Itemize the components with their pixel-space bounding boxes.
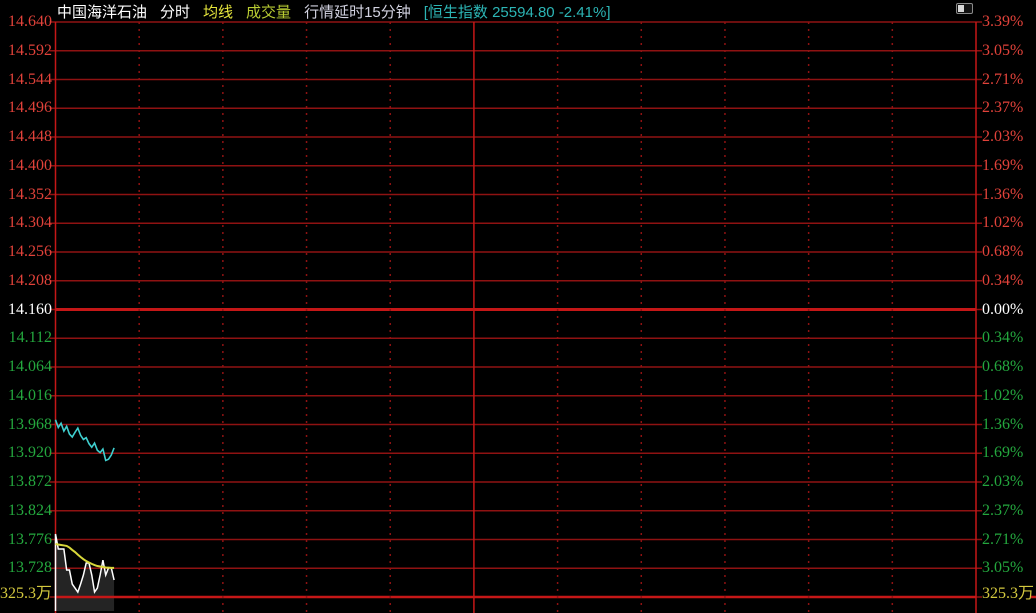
price-axis-label: 14.448 xyxy=(0,129,52,145)
percent-axis-label: 0.34% xyxy=(982,273,1023,289)
percent-axis-label: 1.36% xyxy=(982,187,1023,203)
percent-axis-label: 1.36% xyxy=(982,417,1023,433)
price-axis-label: 14.064 xyxy=(0,359,52,375)
percent-axis-label: 2.71% xyxy=(982,72,1023,88)
price-axis-label: 14.544 xyxy=(0,72,52,88)
percent-axis-label: 2.03% xyxy=(982,474,1023,490)
price-axis-label: 14.352 xyxy=(0,187,52,203)
percent-axis-label: 3.39% xyxy=(982,14,1023,30)
stock-intraday-chart-app: 中国海洋石油 分时 均线 成交量 行情延时15分钟 [恒生指数 25594.80… xyxy=(0,0,1036,613)
price-axis-label: 14.016 xyxy=(0,388,52,404)
price-axis-label: 13.728 xyxy=(0,560,52,576)
price-axis-label: 14.112 xyxy=(0,330,52,346)
percent-axis-label: 1.02% xyxy=(982,388,1023,404)
percent-axis-label: 2.71% xyxy=(982,532,1023,548)
price-axis-label: 13.776 xyxy=(0,532,52,548)
price-axis-label: 13.968 xyxy=(0,417,52,433)
percent-axis-label: 325.3万 xyxy=(982,586,1034,602)
price-axis-label: 14.256 xyxy=(0,244,52,260)
percent-axis-label: 0.68% xyxy=(982,244,1023,260)
price-axis-label: 14.640 xyxy=(0,14,52,30)
price-axis-label: 13.824 xyxy=(0,503,52,519)
percent-axis-label: 2.37% xyxy=(982,100,1023,116)
percent-axis-label: 3.05% xyxy=(982,560,1023,576)
price-axis-label: 325.3万 xyxy=(0,586,52,602)
percent-axis-label: 3.05% xyxy=(982,43,1023,59)
price-axis-label: 13.920 xyxy=(0,445,52,461)
percent-axis-label: 1.69% xyxy=(982,158,1023,174)
percent-axis-label: 1.69% xyxy=(982,445,1023,461)
price-axis-label: 13.872 xyxy=(0,474,52,490)
price-axis-label: 14.304 xyxy=(0,215,52,231)
price-axis-label: 14.496 xyxy=(0,100,52,116)
chart-plot-area[interactable] xyxy=(0,0,1036,613)
percent-axis-label: 2.37% xyxy=(982,503,1023,519)
percent-axis-label: 2.03% xyxy=(982,129,1023,145)
percent-axis-label: 0.68% xyxy=(982,359,1023,375)
percent-axis-label: 0.00% xyxy=(982,302,1023,318)
price-axis-label: 14.208 xyxy=(0,273,52,289)
percent-axis-label: 1.02% xyxy=(982,215,1023,231)
price-axis-label: 14.592 xyxy=(0,43,52,59)
price-axis-label: 14.400 xyxy=(0,158,52,174)
price-axis-label: 14.160 xyxy=(0,302,52,318)
percent-axis-label: 0.34% xyxy=(982,330,1023,346)
